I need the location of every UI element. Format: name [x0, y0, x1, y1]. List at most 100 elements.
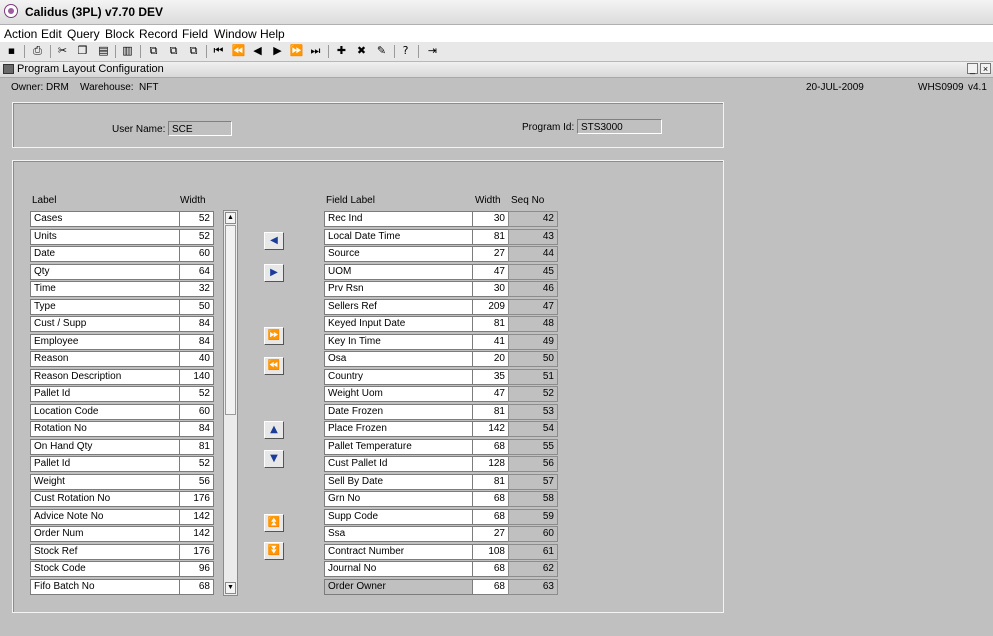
move-bottom-button[interactable]: ⏬: [264, 542, 284, 560]
paste-record-icon[interactable]: ⧉: [186, 44, 201, 58]
available-field-width[interactable]: 84: [179, 334, 214, 350]
available-field-width[interactable]: 81: [179, 439, 214, 455]
move-top-button[interactable]: ⏫: [264, 514, 284, 532]
scroll-down-icon[interactable]: ▼: [225, 582, 236, 594]
insert-record-icon[interactable]: ✚: [334, 44, 349, 58]
available-field-width[interactable]: 84: [179, 421, 214, 437]
selected-field-width[interactable]: 81: [472, 474, 509, 490]
copy-record-icon[interactable]: ⧉: [166, 44, 181, 58]
move-right-button[interactable]: ▶: [264, 264, 284, 282]
selected-field-width[interactable]: 30: [472, 211, 509, 227]
available-field-width[interactable]: 84: [179, 316, 214, 332]
save-icon[interactable]: ▪: [4, 44, 19, 58]
delete-record-icon[interactable]: ✖: [354, 44, 369, 58]
available-field-label[interactable]: Pallet Id: [30, 456, 180, 472]
available-field-width[interactable]: 140: [179, 369, 214, 385]
available-field-width[interactable]: 52: [179, 386, 214, 402]
available-field-label[interactable]: Pallet Id: [30, 386, 180, 402]
available-field-label[interactable]: Stock Ref: [30, 544, 180, 560]
selected-field-width[interactable]: 68: [472, 561, 509, 577]
selected-field-label[interactable]: Place Frozen: [324, 421, 473, 437]
available-field-label[interactable]: Date: [30, 246, 180, 262]
minimize-button[interactable]: _: [967, 63, 978, 74]
selected-field-width[interactable]: 142: [472, 421, 509, 437]
available-field-width[interactable]: 52: [179, 456, 214, 472]
close-button[interactable]: ×: [980, 63, 991, 74]
available-field-label[interactable]: Type: [30, 299, 180, 315]
scroll-up-icon[interactable]: ▲: [225, 212, 236, 224]
available-field-label[interactable]: Fifo Batch No: [30, 579, 180, 595]
available-field-width[interactable]: 60: [179, 246, 214, 262]
selected-field-label[interactable]: Local Date Time: [324, 229, 473, 245]
available-field-width[interactable]: 142: [179, 526, 214, 542]
selected-field-width[interactable]: 47: [472, 386, 509, 402]
selected-field-width[interactable]: 20: [472, 351, 509, 367]
previous-record-icon[interactable]: ◀: [250, 44, 265, 58]
move-down-button[interactable]: ▼: [264, 450, 284, 468]
menu-action[interactable]: Action: [4, 27, 37, 41]
help-icon[interactable]: ?: [398, 44, 413, 58]
selected-field-label[interactable]: UOM: [324, 264, 473, 280]
print-icon[interactable]: ⎙: [30, 44, 45, 58]
selected-field-label[interactable]: Weight Uom: [324, 386, 473, 402]
available-field-label[interactable]: Order Num: [30, 526, 180, 542]
selected-field-width[interactable]: 27: [472, 246, 509, 262]
menu-edit[interactable]: Edit: [41, 27, 62, 41]
available-field-width[interactable]: 40: [179, 351, 214, 367]
selected-field-label[interactable]: Osa: [324, 351, 473, 367]
selected-field-label[interactable]: Key In Time: [324, 334, 473, 350]
available-field-label[interactable]: Units: [30, 229, 180, 245]
available-field-label[interactable]: Advice Note No: [30, 509, 180, 525]
move-up-button[interactable]: ▲: [264, 421, 284, 439]
selected-field-width[interactable]: 108: [472, 544, 509, 560]
selected-field-label[interactable]: Grn No: [324, 491, 473, 507]
available-field-label[interactable]: Cust Rotation No: [30, 491, 180, 507]
move-left-button[interactable]: ◀: [264, 232, 284, 250]
available-field-width[interactable]: 64: [179, 264, 214, 280]
clear-icon[interactable]: ▥: [120, 44, 135, 58]
available-field-label[interactable]: Time: [30, 281, 180, 297]
paste-icon[interactable]: ▤: [96, 44, 111, 58]
selected-field-width[interactable]: 27: [472, 526, 509, 542]
exit-icon[interactable]: ⇥: [425, 44, 440, 58]
selected-field-width[interactable]: 47: [472, 264, 509, 280]
previous-set-icon[interactable]: ⏪: [231, 44, 246, 58]
available-field-label[interactable]: Cases: [30, 211, 180, 227]
selected-field-label[interactable]: Ssa: [324, 526, 473, 542]
available-field-width[interactable]: 32: [179, 281, 214, 297]
selected-field-label[interactable]: Sellers Ref: [324, 299, 473, 315]
available-field-label[interactable]: Reason: [30, 351, 180, 367]
available-field-width[interactable]: 52: [179, 211, 214, 227]
selected-field-width[interactable]: 68: [472, 509, 509, 525]
available-field-label[interactable]: Cust / Supp: [30, 316, 180, 332]
selected-field-width[interactable]: 81: [472, 316, 509, 332]
selected-field-label[interactable]: Cust Pallet Id: [324, 456, 473, 472]
available-field-width[interactable]: 68: [179, 579, 214, 595]
selected-field-width[interactable]: 35: [472, 369, 509, 385]
selected-field-width[interactable]: 68: [472, 579, 509, 595]
next-set-icon[interactable]: ⏩: [289, 44, 304, 58]
available-field-label[interactable]: Rotation No: [30, 421, 180, 437]
last-record-icon[interactable]: ⏭: [308, 44, 323, 58]
left-list-scrollbar[interactable]: ▲ ▼: [223, 210, 238, 596]
menu-query[interactable]: Query: [67, 27, 100, 41]
available-field-width[interactable]: 96: [179, 561, 214, 577]
selected-field-width[interactable]: 41: [472, 334, 509, 350]
clear-record-icon[interactable]: ✎: [374, 44, 389, 58]
menu-block[interactable]: Block: [105, 27, 134, 41]
available-field-width[interactable]: 176: [179, 491, 214, 507]
selected-field-width[interactable]: 209: [472, 299, 509, 315]
selected-field-width[interactable]: 68: [472, 491, 509, 507]
available-field-width[interactable]: 50: [179, 299, 214, 315]
selected-field-label[interactable]: Prv Rsn: [324, 281, 473, 297]
selected-field-label[interactable]: Date Frozen: [324, 404, 473, 420]
selected-field-width[interactable]: 68: [472, 439, 509, 455]
next-record-icon[interactable]: ▶: [270, 44, 285, 58]
selected-field-width[interactable]: 128: [472, 456, 509, 472]
selected-field-label[interactable]: Country: [324, 369, 473, 385]
available-field-width[interactable]: 52: [179, 229, 214, 245]
selected-field-label[interactable]: Keyed Input Date: [324, 316, 473, 332]
available-field-label[interactable]: Employee: [30, 334, 180, 350]
menu-window[interactable]: Window: [214, 27, 257, 41]
available-field-label[interactable]: Reason Description: [30, 369, 180, 385]
